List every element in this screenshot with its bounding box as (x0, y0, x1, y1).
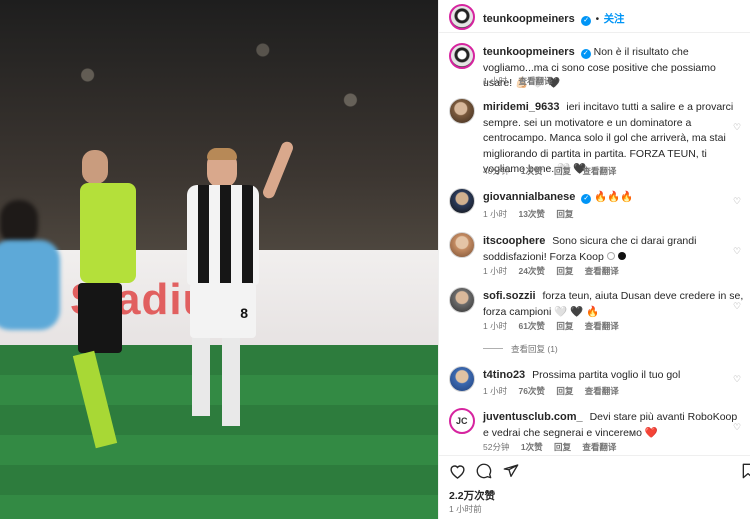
comment-text: giovannialbanese ✓ 🔥🔥🔥 (483, 190, 745, 206)
comment-likes[interactable]: 1次赞 (521, 166, 543, 176)
commenter-avatar[interactable] (449, 98, 475, 124)
commenter-avatar[interactable] (449, 43, 475, 69)
post-actions (439, 455, 750, 485)
like-comment-icon[interactable]: ♡ (733, 422, 743, 432)
caption: teunkoopmeiners ✓ Non è il risultato che … (439, 43, 750, 93)
player-leg (192, 338, 210, 416)
commenter-avatar[interactable] (449, 188, 475, 214)
reply-button[interactable]: 回复 (554, 442, 571, 452)
comment-item: juventusclub.com_ Devi stare più avanti … (439, 408, 750, 452)
reply-button[interactable]: 回复 (554, 166, 571, 176)
reply-button[interactable]: 回复 (556, 321, 573, 331)
reply-button[interactable]: 回复 (556, 266, 573, 276)
comment-item: giovannialbanese ✓ 🔥🔥🔥 1 小时 13次赞 回复 ♡ (439, 188, 750, 224)
commenter-avatar[interactable] (449, 366, 475, 392)
comment-likes[interactable]: 1次赞 (521, 442, 543, 452)
white-circle-emoji (606, 251, 615, 260)
follow-button[interactable]: 关注 (604, 13, 625, 25)
like-comment-icon[interactable]: ♡ (733, 246, 743, 256)
comment-username[interactable]: miridemi_9633 (483, 101, 559, 113)
comment-likes[interactable]: 76次赞 (518, 386, 544, 396)
post-time: 1 小时前 (449, 504, 482, 514)
comment-username[interactable]: sofi.sozzii (483, 290, 536, 302)
comment-time: 1 小时 (483, 321, 508, 331)
reply-button[interactable]: 回复 (556, 209, 573, 219)
author-avatar[interactable] (449, 4, 475, 30)
post-likes[interactable]: 2.2万次赞 (449, 488, 495, 503)
comment-username[interactable]: giovannialbanese (483, 191, 575, 203)
comment-text: t4tino23 Prossima partita voglio il tuo … (483, 368, 745, 384)
comment-text: juventusclub.com_ Devi stare più avanti … (483, 410, 745, 441)
like-comment-icon[interactable]: ♡ (733, 122, 743, 132)
comment-time: 1 小时 (483, 386, 508, 396)
comment-emoji: 🤍 🖤 🔥 (554, 305, 600, 318)
bookmark-icon[interactable] (741, 463, 750, 479)
comment-meta: 1 小时 61次赞 回复 查看翻译 (483, 320, 628, 332)
comment-meta: 40分钟 1次赞 回复 查看翻译 (483, 165, 625, 177)
opponent-player-body (0, 240, 60, 330)
post-panel: teunkoopmeiners ✓ • 关注 teunkoopmeiners ✓ … (438, 0, 750, 519)
translate-link[interactable]: 查看翻译 (585, 266, 619, 276)
referee-shorts (78, 283, 122, 353)
comment-time: 1 小时 (483, 209, 508, 219)
comment-meta: 52分钟 1次赞 回复 查看翻译 (483, 441, 625, 453)
share-icon[interactable] (503, 463, 519, 479)
comment-item: miridemi_9633 ieri incitavo tutti a sali… (439, 98, 750, 180)
comment-meta: 1 小时 76次赞 回复 查看翻译 (483, 385, 628, 397)
comment-body: Prossima partita voglio il tuo gol (532, 369, 681, 381)
player-shorts: 8 (190, 283, 256, 338)
comment-time: 40分钟 (483, 166, 510, 176)
translate-link[interactable]: 查看翻译 (582, 442, 616, 452)
post-header: teunkoopmeiners ✓ • 关注 (439, 0, 750, 33)
black-circle-emoji (617, 251, 626, 260)
translate-link[interactable]: 查看翻译 (585, 321, 619, 331)
player-jersey (187, 185, 259, 285)
like-comment-icon[interactable]: ♡ (733, 196, 743, 206)
translate-link[interactable]: 查看翻译 (582, 166, 616, 176)
comment-likes[interactable]: 61次赞 (518, 321, 544, 331)
verified-icon: ✓ (581, 16, 592, 26)
comment-body: 🔥🔥🔥 (594, 191, 634, 203)
referee-shirt (80, 183, 136, 283)
commenter-avatar[interactable] (449, 232, 475, 258)
translate-link[interactable]: 查看翻译 (518, 76, 552, 86)
heart-icon[interactable] (449, 463, 466, 479)
commenter-avatar[interactable] (449, 408, 475, 434)
view-replies-button[interactable]: 查看回复 (1) (483, 343, 558, 355)
author-username[interactable]: teunkoopmeiners (483, 13, 575, 25)
player-leg (222, 338, 240, 426)
player-hair (207, 148, 237, 160)
verified-icon: ✓ (580, 49, 591, 59)
comment-item: t4tino23 Prossima partita voglio il tuo … (439, 366, 750, 402)
comment-username[interactable]: teunkoopmeiners (483, 46, 575, 58)
comment-likes[interactable]: 24次赞 (518, 266, 544, 276)
like-comment-icon[interactable]: ♡ (733, 301, 743, 311)
translate-link[interactable]: 查看翻译 (585, 386, 619, 396)
shorts-number: 8 (240, 305, 248, 321)
comment-username[interactable]: t4tino23 (483, 369, 525, 381)
comment-item: sofi.sozzii forza teun, aiuta Dusan deve… (439, 287, 750, 337)
comment-time: 1 小时 (483, 76, 508, 86)
pitch (0, 345, 438, 519)
comment-time: 52分钟 (483, 442, 510, 452)
reply-button[interactable]: 回复 (556, 386, 573, 396)
comment-username[interactable]: itscoophere (483, 235, 545, 247)
comment-icon[interactable] (476, 463, 492, 479)
referee (82, 150, 108, 184)
comment-item: itscoophere Sono sicura che ci darai gra… (439, 232, 750, 278)
post-image[interactable]: Stadium 8 (0, 0, 438, 519)
comment-text: sofi.sozzii forza teun, aiuta Dusan deve… (483, 289, 745, 320)
separator: • (595, 14, 600, 25)
comment-meta: 1 小时 13次赞 回复 (483, 208, 582, 220)
comment-meta: 1 小时 查看翻译 (483, 75, 561, 87)
comment-username[interactable]: juventusclub.com_ (483, 411, 583, 423)
comment-time: 1 小时 (483, 266, 508, 276)
comment-text: itscoophere Sono sicura che ci darai gra… (483, 234, 745, 265)
comment-emoji: ❤️ (644, 426, 658, 439)
comment-likes[interactable]: 13次赞 (518, 209, 544, 219)
verified-icon: ✓ (581, 194, 592, 204)
comment-meta: 1 小时 24次赞 回复 查看翻译 (483, 265, 628, 277)
like-comment-icon[interactable]: ♡ (733, 374, 743, 384)
commenter-avatar[interactable] (449, 287, 475, 313)
